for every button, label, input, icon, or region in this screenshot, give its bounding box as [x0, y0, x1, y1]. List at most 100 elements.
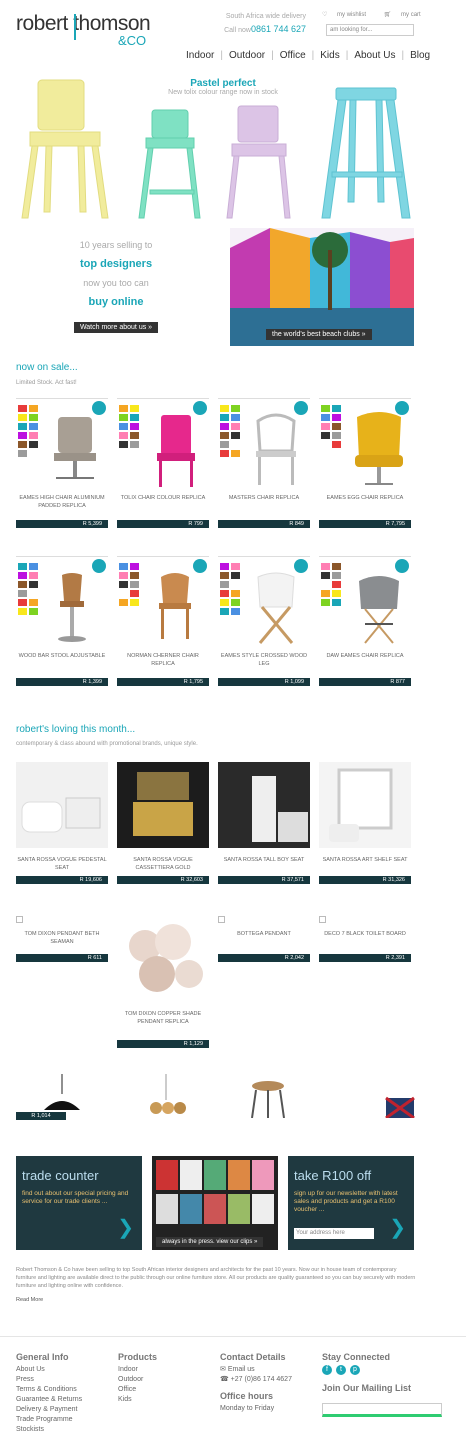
product-image[interactable]: [117, 398, 209, 490]
product-name[interactable]: TOLIX CHAIR COLOUR REPLICA: [117, 494, 209, 502]
beach-club-caption[interactable]: the world's best beach clubs »: [266, 329, 372, 340]
trade-title: trade counter: [22, 1168, 99, 1183]
product-image[interactable]: [16, 556, 108, 648]
nav-blog[interactable]: Blog: [410, 50, 430, 61]
watch-about-button[interactable]: Watch more about us »: [73, 322, 159, 333]
footer-general: General Info About Us Press Terms & Cond…: [16, 1352, 112, 1435]
wishlist-link[interactable]: ♡ my wishlist: [322, 12, 374, 18]
product-price: R 799: [117, 520, 209, 528]
product-name[interactable]: EAMES STYLE CROSSED WOOD LEG: [218, 652, 310, 668]
trade-counter-box[interactable]: trade counter find out about our special…: [16, 1156, 142, 1250]
footer-link-kids[interactable]: Kids: [118, 1395, 214, 1405]
footer-link-office[interactable]: Office: [118, 1385, 214, 1395]
product-name[interactable]: EAMES HIGH CHAIR ALUMINIUM PADDED REPLIC…: [16, 494, 108, 510]
nav-kids[interactable]: Kids: [320, 50, 339, 61]
nav-indoor[interactable]: Indoor: [186, 50, 214, 61]
product-image[interactable]: [117, 556, 209, 648]
product-price: R 1,014: [16, 1112, 66, 1120]
product-name[interactable]: MASTERS CHAIR REPLICA: [218, 494, 310, 502]
facebook-icon[interactable]: f: [322, 1365, 332, 1375]
phone-number[interactable]: 0861 744 627: [251, 24, 306, 34]
footer-link-stockists[interactable]: Stockists: [16, 1425, 112, 1435]
pinterest-icon[interactable]: p: [350, 1365, 360, 1375]
product-price: R 37,571: [218, 876, 310, 884]
press-box[interactable]: always in the press. view our clips »: [152, 1156, 278, 1250]
loving-subtitle: contemporary & class abound with promoti…: [16, 741, 198, 747]
product-image[interactable]: [319, 556, 411, 648]
sale-badge-icon: [294, 559, 308, 573]
about-text: Robert Thomson & Co have been selling to…: [16, 1267, 416, 1289]
copper-shade-photo: [129, 924, 203, 992]
chevron-right-icon[interactable]: ❯: [389, 1215, 406, 1240]
product-image[interactable]: [16, 762, 108, 848]
nav-separator: |: [345, 50, 349, 61]
product-price: R 1,099: [218, 678, 310, 686]
checkbox-icon[interactable]: [319, 916, 326, 923]
mailing-list-input[interactable]: [322, 1403, 442, 1417]
product-price: R 7,795: [319, 520, 411, 528]
product-image[interactable]: [319, 398, 411, 490]
checkbox-icon[interactable]: [16, 916, 23, 923]
footer-link-about[interactable]: About Us: [16, 1365, 112, 1375]
search-input[interactable]: am looking for...: [326, 24, 414, 36]
product-name[interactable]: DAW EAMES CHAIR REPLICA: [319, 652, 411, 660]
product-name[interactable]: SANTA ROSSA ART SHELF SEAT: [319, 856, 411, 864]
footer-link-trade[interactable]: Trade Programme: [16, 1415, 112, 1425]
product-image[interactable]: [319, 762, 411, 848]
nav-separator: |: [220, 50, 223, 61]
product-photo: [16, 762, 108, 848]
office-hours-text: Monday to Friday: [220, 1405, 275, 1412]
hero-chairs-image: [21, 79, 411, 219]
product-name[interactable]: TOM DIXON PENDANT BETH SEAMAN: [16, 930, 108, 946]
product-image[interactable]: [16, 398, 108, 490]
read-more-link[interactable]: Read More: [16, 1296, 416, 1304]
sale-badge-icon: [92, 559, 106, 573]
product-image[interactable]: [117, 762, 209, 848]
cart-icon: 🛒︎: [383, 12, 394, 18]
newsletter-email-input[interactable]: Your address here: [294, 1228, 374, 1239]
beach-club-feature[interactable]: the world's best beach clubs »: [230, 228, 414, 346]
product-photo: [117, 762, 209, 848]
promo-line2: top designers: [79, 258, 153, 270]
footer-link-outdoor[interactable]: Outdoor: [118, 1375, 214, 1385]
product-name[interactable]: SANTA ROSSA VOGUE PEDESTAL SEAT: [16, 856, 108, 872]
footer-link-delivery[interactable]: Delivery & Payment: [16, 1405, 112, 1415]
footer-social: Stay Connected f t p Join Our Mailing Li…: [322, 1352, 442, 1417]
product-name[interactable]: TOM DIXON COPPER SHADE PENDANT REPLICA: [117, 1010, 209, 1026]
product-image[interactable]: [218, 556, 310, 648]
product-name[interactable]: DECO 7 BLACK TOILET BOARD: [319, 930, 411, 938]
trade-text: find out about our special pricing and s…: [22, 1190, 129, 1205]
phone-icon: ☎: [220, 1376, 231, 1383]
site-logo[interactable]: robert thomson &CO: [16, 12, 156, 48]
product-name[interactable]: WOOD BAR STOOL ADJUSTABLE: [16, 652, 108, 660]
product-name[interactable]: NORMAN CHERNER CHAIR REPLICA: [117, 652, 209, 668]
cart-link[interactable]: 🛒︎ my cart: [384, 12, 429, 18]
promo-line1: 10 years selling to: [79, 240, 153, 250]
footer-link-indoor[interactable]: Indoor: [118, 1365, 214, 1375]
nav-separator: |: [271, 50, 274, 61]
footer-link-terms[interactable]: Terms & Conditions: [16, 1385, 112, 1395]
nav-about[interactable]: About Us: [354, 50, 395, 61]
product-name[interactable]: BOTTEGA PENDANT: [218, 930, 310, 938]
product-price: R 32,603: [117, 876, 209, 884]
sale-badge-icon: [193, 401, 207, 415]
product-image[interactable]: [218, 762, 310, 848]
press-caption[interactable]: always in the press. view our clips »: [156, 1237, 264, 1247]
product-image[interactable]: [218, 398, 310, 490]
hero-banner[interactable]: Pastel perfect New tolix colour range no…: [16, 72, 430, 220]
stay-connected-title: Stay Connected: [322, 1352, 391, 1362]
product-name[interactable]: SANTA ROSSA VOGUE CASSETTIERA GOLD: [117, 856, 209, 872]
twitter-icon[interactable]: t: [336, 1365, 346, 1375]
sale-badge-icon: [193, 559, 207, 573]
footer-link-guarantee[interactable]: Guarantee & Returns: [16, 1395, 112, 1405]
product-name[interactable]: EAMES EGG CHAIR REPLICA: [319, 494, 411, 502]
checkbox-icon[interactable]: [218, 916, 225, 923]
footer-link-press[interactable]: Press: [16, 1375, 112, 1385]
product-price: R 2,042: [218, 954, 310, 962]
nav-office[interactable]: Office: [280, 50, 306, 61]
envelope-icon: ✉: [220, 1366, 228, 1373]
product-name[interactable]: SANTA ROSSA TALL BOY SEAT: [218, 856, 310, 864]
header-contact: South Africa wide delivery Call now0861 …: [196, 11, 306, 37]
footer-email-link[interactable]: ✉ Email us: [220, 1365, 316, 1375]
nav-outdoor[interactable]: Outdoor: [229, 50, 265, 61]
